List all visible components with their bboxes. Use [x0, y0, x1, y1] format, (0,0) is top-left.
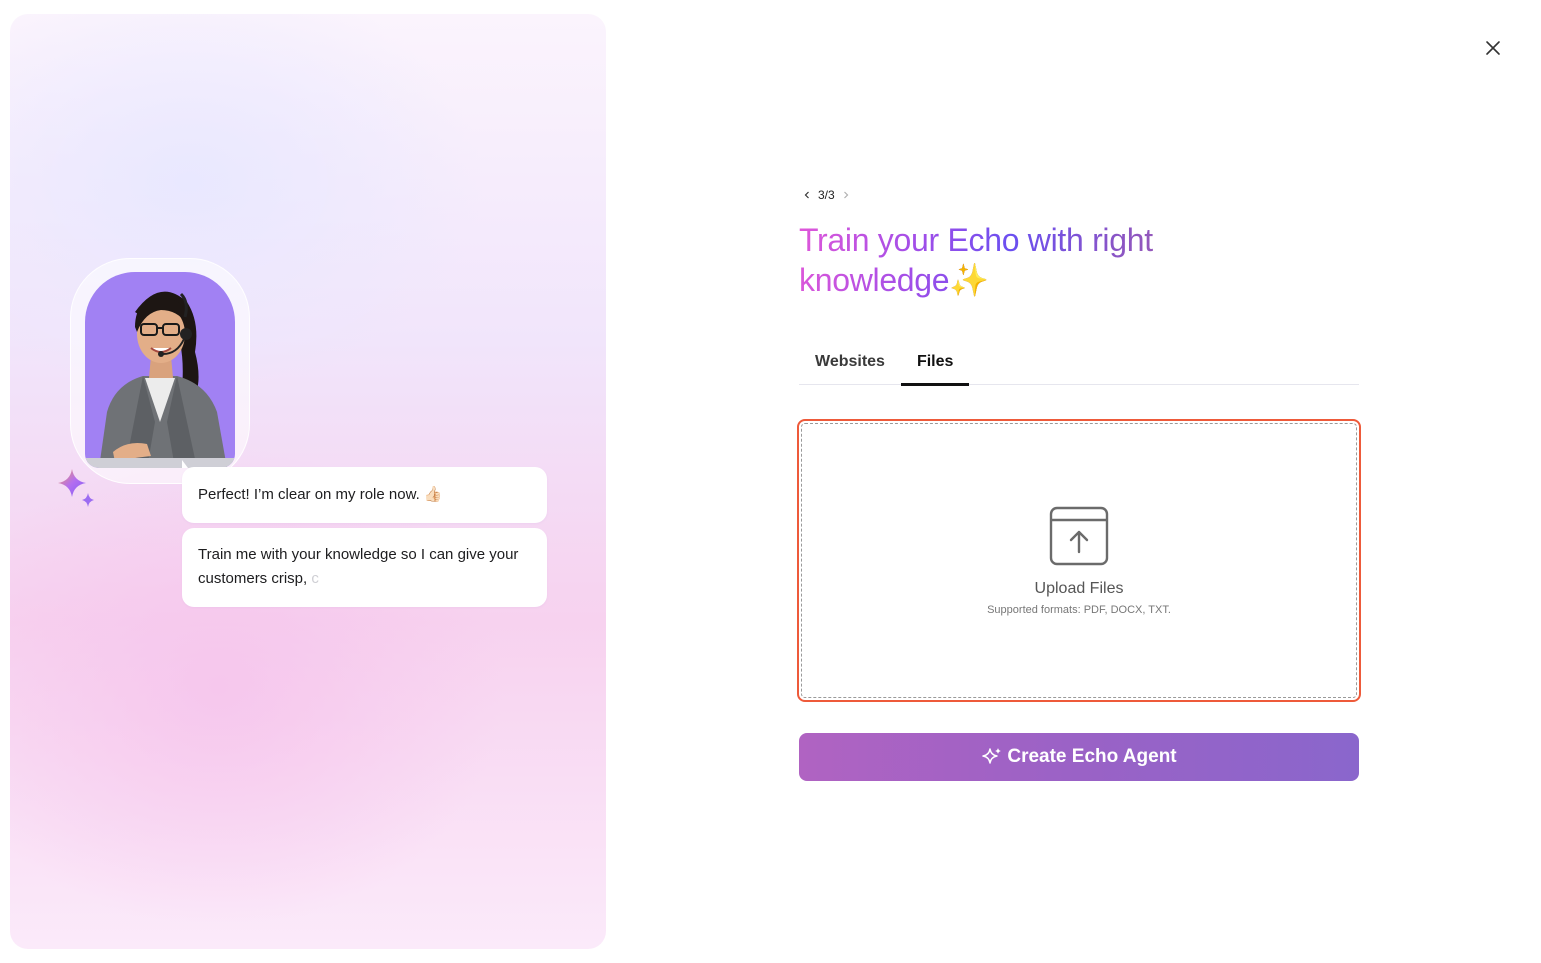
- create-echo-agent-button[interactable]: Create Echo Agent: [799, 733, 1359, 781]
- tab-files[interactable]: Files: [900, 340, 970, 386]
- source-tabs: Websites Files: [799, 340, 1359, 386]
- tab-websites[interactable]: Websites: [799, 340, 901, 384]
- create-button-label: Create Echo Agent: [1007, 746, 1177, 767]
- typing-character: c: [311, 570, 319, 587]
- agent-portrait-illustration: [85, 291, 235, 468]
- step-count: 3/3: [818, 188, 835, 202]
- sparkle-icon: [58, 469, 94, 507]
- upload-box-icon: [1049, 506, 1109, 565]
- previous-step-button[interactable]: [799, 187, 815, 203]
- sparkle-icon: [982, 748, 1002, 764]
- chat-bubble-message-1: Perfect! I’m clear on my role now. 👍🏻: [182, 460, 547, 523]
- supported-formats-text: Supported formats: PDF, DOCX, TXT.: [987, 603, 1171, 616]
- chevron-right-icon: [843, 191, 849, 199]
- tab-label: Files: [916, 353, 954, 370]
- next-step-button[interactable]: [838, 187, 854, 203]
- tab-label: Websites: [815, 353, 885, 370]
- illustration-panel: Perfect! I’m clear on my role now. 👍🏻 Tr…: [10, 14, 606, 949]
- step-indicator: 3/3: [799, 180, 1359, 210]
- file-dropzone[interactable]: Upload Files Supported formats: PDF, DOC…: [797, 419, 1361, 702]
- title-sparkle-icon: ✨: [949, 262, 989, 298]
- chat-message-text: Perfect! I’m clear on my role now. 👍🏻: [198, 486, 443, 503]
- chat-message-text: Train me with your knowledge so I can gi…: [198, 546, 519, 587]
- agent-avatar: [85, 272, 235, 468]
- page-title: Train your Echo with right knowledge✨: [799, 220, 1219, 300]
- training-form: 3/3 Train your Echo with right knowledge…: [797, 180, 1361, 781]
- chevron-left-icon: [804, 191, 809, 199]
- close-button[interactable]: [1480, 35, 1506, 61]
- upload-title: Upload Files: [1034, 579, 1124, 597]
- file-dropzone-area[interactable]: Upload Files Supported formats: PDF, DOC…: [801, 423, 1357, 698]
- close-icon: [1486, 41, 1500, 55]
- chat-bubble-message-2: Train me with your knowledge so I can gi…: [182, 528, 547, 607]
